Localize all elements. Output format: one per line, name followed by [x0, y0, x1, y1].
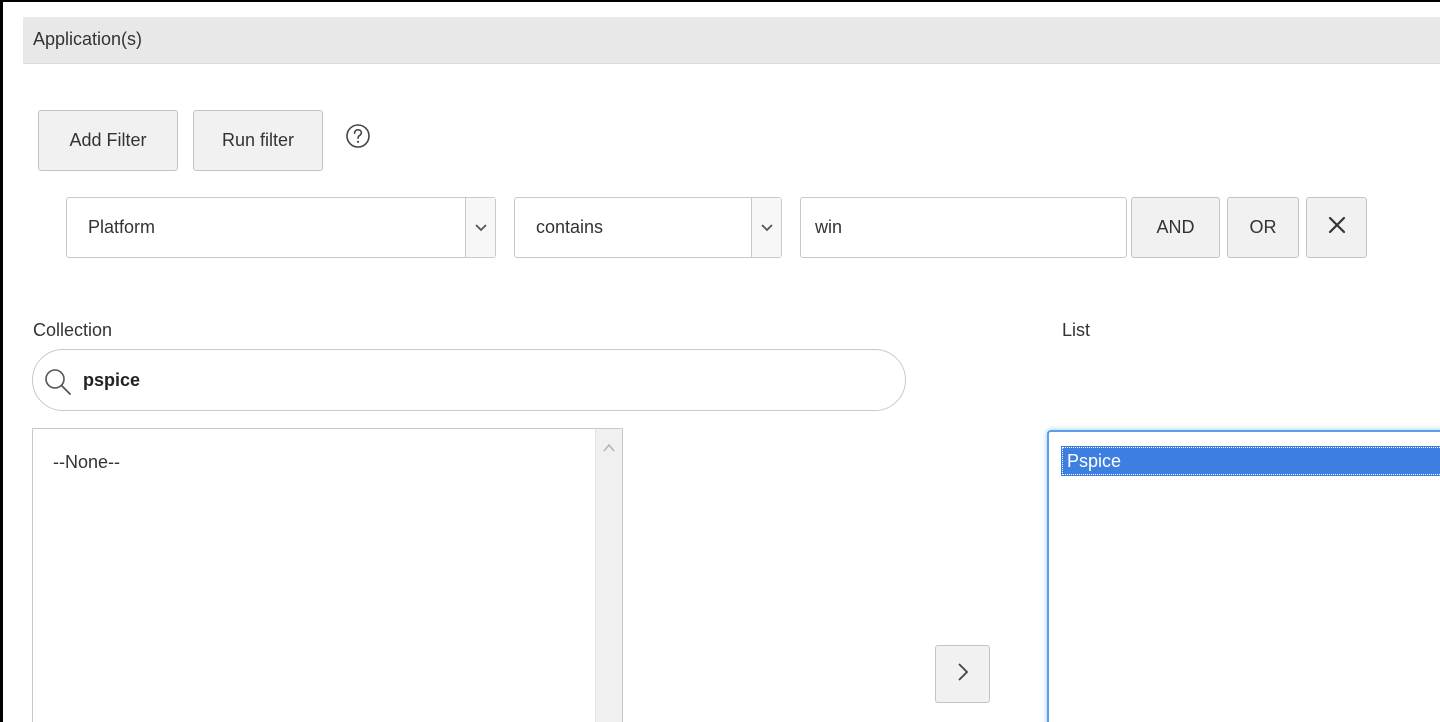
filter-operator-select[interactable]: contains — [514, 197, 782, 258]
run-filter-button[interactable]: Run filter — [193, 110, 323, 171]
chevron-down-icon[interactable] — [465, 198, 495, 257]
help-circle-icon[interactable] — [345, 123, 371, 149]
collection-listbox[interactable]: --None-- — [32, 428, 623, 722]
collection-search-input[interactable] — [83, 364, 863, 396]
list-item-selected[interactable]: Pspice — [1061, 446, 1440, 476]
filter-operator-value: contains — [536, 217, 604, 237]
section-title: Application(s) — [33, 29, 143, 49]
selected-listbox[interactable]: Pspice — [1047, 430, 1440, 722]
remove-filter-button[interactable] — [1306, 197, 1367, 258]
list-item[interactable]: --None-- — [53, 452, 120, 473]
chevron-right-icon — [956, 662, 970, 687]
move-to-list-button[interactable] — [935, 645, 990, 703]
search-icon — [43, 367, 73, 397]
close-icon — [1327, 215, 1347, 240]
chevron-up-icon[interactable] — [600, 439, 618, 457]
filter-field-select[interactable]: Platform — [66, 197, 496, 258]
list-label: List — [1062, 320, 1091, 340]
filter-value-input[interactable] — [800, 197, 1127, 258]
filter-field-value: Platform — [88, 217, 156, 237]
or-button[interactable]: OR — [1227, 197, 1299, 258]
chevron-down-icon[interactable] — [751, 198, 781, 257]
collection-label: Collection — [33, 320, 113, 340]
collection-search-box[interactable] — [32, 349, 906, 411]
and-button[interactable]: AND — [1131, 197, 1220, 258]
add-filter-button[interactable]: Add Filter — [38, 110, 178, 171]
collection-scrollbar[interactable] — [595, 429, 622, 722]
section-header: Application(s) — [23, 17, 1440, 64]
